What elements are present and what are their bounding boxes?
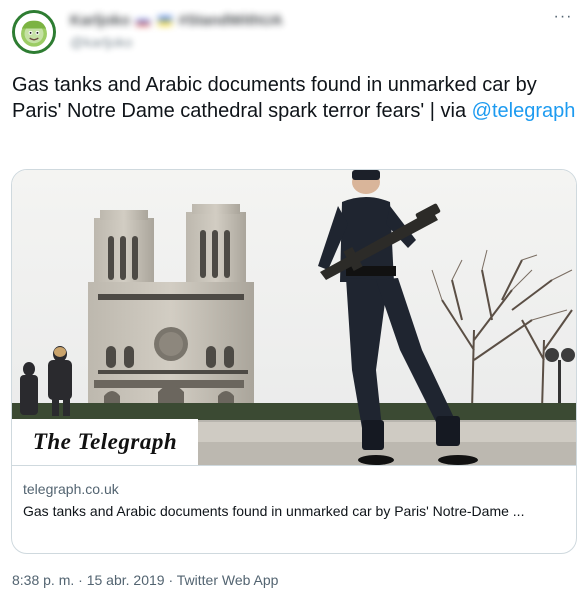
display-name[interactable]: Karljoko #StandWithUA xyxy=(70,12,370,30)
tweet-text: Gas tanks and Arabic documents found in … xyxy=(12,72,578,124)
card-domain[interactable]: telegraph.co.uk xyxy=(23,480,119,498)
more-dots-icon[interactable]: ··· xyxy=(552,9,574,28)
tweet-date[interactable]: 15 abr. 2019 xyxy=(87,572,165,588)
card-image[interactable]: The Telegraph xyxy=(12,170,576,465)
telegraph-logo-badge: The Telegraph xyxy=(12,419,198,465)
flag-icon xyxy=(136,16,151,27)
cabbage-mascot-icon xyxy=(15,13,53,51)
author-names[interactable]: Karljoko #StandWithUA @karljoko xyxy=(70,12,370,52)
tweet-source[interactable]: Twitter Web App xyxy=(177,572,279,588)
display-name-suffix: #StandWithUA xyxy=(178,12,283,29)
flag-ukraine-icon xyxy=(158,16,173,27)
mention-link[interactable]: @telegraph xyxy=(472,100,576,122)
tweet-meta: 8:38 p. m. · 15 abr. 2019 · Twitter Web … xyxy=(12,571,278,589)
display-name-text: Karljoko xyxy=(70,12,131,29)
tweet: Karljoko #StandWithUA @karljoko ··· Gas … xyxy=(0,0,588,604)
card-title[interactable]: Gas tanks and Arabic documents found in … xyxy=(23,502,569,520)
tweet-header: Karljoko #StandWithUA @karljoko ··· xyxy=(12,9,576,54)
meta-separator: · xyxy=(74,572,87,588)
meta-separator: · xyxy=(164,572,177,588)
avatar[interactable] xyxy=(12,10,56,54)
link-card[interactable]: The Telegraph telegraph.co.uk Gas tanks … xyxy=(11,169,577,554)
card-divider xyxy=(12,465,576,466)
tweet-text-body: Gas tanks and Arabic documents found in … xyxy=(12,74,537,122)
telegraph-logo-text: The Telegraph xyxy=(32,429,178,454)
tweet-time[interactable]: 8:38 p. m. xyxy=(12,572,74,588)
author-handle[interactable]: @karljoko xyxy=(70,32,370,52)
